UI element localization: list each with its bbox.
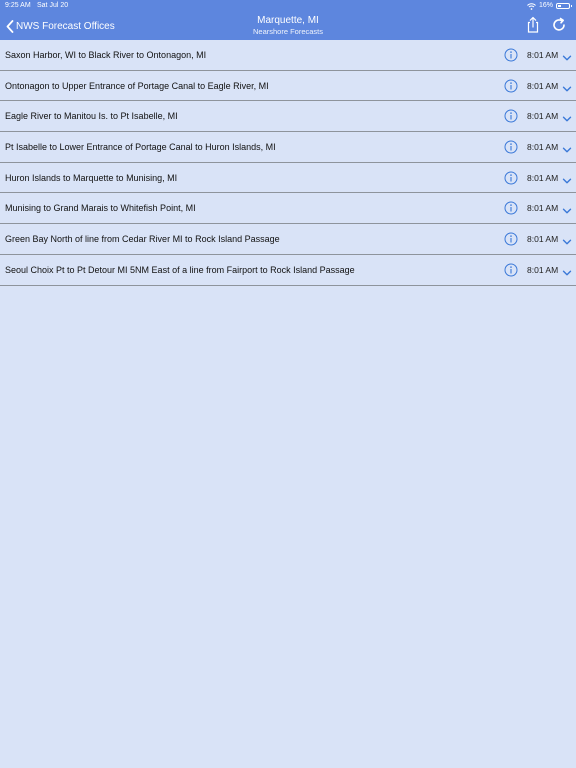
forecast-issued-time: 8:01 AM bbox=[527, 49, 559, 60]
info-icon bbox=[504, 140, 518, 154]
back-button[interactable]: NWS Forecast Offices bbox=[6, 17, 115, 35]
chevron-left-icon bbox=[6, 19, 14, 33]
status-right: 16% bbox=[527, 0, 572, 12]
info-button[interactable] bbox=[504, 171, 518, 185]
battery-percent: 16% bbox=[538, 2, 553, 9]
title-text: Marquette, MI bbox=[257, 15, 319, 26]
info-icon bbox=[504, 232, 518, 246]
forecast-row[interactable]: Eagle River to Manitou Is. to Pt Isabell… bbox=[0, 101, 576, 133]
share-button[interactable] bbox=[524, 16, 542, 34]
forecast-row[interactable]: Green Bay North of line from Cedar River… bbox=[0, 224, 576, 255]
info-button[interactable] bbox=[504, 140, 518, 154]
chevron-down-icon bbox=[562, 147, 572, 153]
forecast-row[interactable]: Saxon Harbor, WI to Black River to Onton… bbox=[0, 40, 576, 71]
forecast-row[interactable]: Ontonagon to Upper Entrance of Portage C… bbox=[0, 71, 576, 102]
expand-button[interactable] bbox=[562, 234, 572, 245]
chevron-down-icon bbox=[562, 116, 572, 122]
status-bar: 9:25 AM Sat Jul 20 16% bbox=[0, 0, 576, 12]
info-icon bbox=[504, 109, 518, 123]
expand-button[interactable] bbox=[562, 203, 572, 214]
chevron-down-icon bbox=[562, 178, 572, 184]
forecast-issued-time: 8:01 AM bbox=[527, 80, 559, 91]
forecast-zone-name: Green Bay North of line from Cedar River… bbox=[5, 233, 280, 244]
battery-icon bbox=[556, 3, 572, 9]
forecast-issued-time: 8:01 AM bbox=[527, 141, 559, 152]
chevron-down-icon bbox=[562, 209, 572, 214]
forecast-zone-name: Saxon Harbor, WI to Black River to Onton… bbox=[5, 49, 207, 60]
chevron-down-icon bbox=[562, 239, 572, 245]
info-icon bbox=[504, 263, 518, 277]
expand-button[interactable] bbox=[562, 50, 572, 61]
forecast-zone-name: Seoul Choix Pt to Pt Detour MI 5NM East … bbox=[5, 264, 355, 275]
info-button[interactable] bbox=[504, 232, 518, 246]
forecast-zone-name: Pt Isabelle to Lower Entrance of Portage… bbox=[5, 141, 276, 152]
expand-button[interactable] bbox=[562, 111, 572, 122]
info-button[interactable] bbox=[504, 48, 518, 62]
chevron-down-icon bbox=[562, 86, 572, 92]
info-button[interactable] bbox=[504, 79, 518, 93]
forecast-issued-time: 8:01 AM bbox=[527, 233, 559, 244]
forecast-issued-time: 8:01 AM bbox=[527, 111, 559, 122]
info-icon bbox=[504, 79, 518, 93]
info-icon bbox=[504, 201, 518, 215]
info-button[interactable] bbox=[504, 109, 518, 123]
share-icon bbox=[527, 16, 539, 33]
expand-button[interactable] bbox=[562, 265, 572, 276]
forecast-row[interactable]: Seoul Choix Pt to Pt Detour MI 5NM East … bbox=[0, 255, 576, 286]
refresh-icon bbox=[553, 17, 565, 31]
forecast-zone-name: Ontonagon to Upper Entrance of Portage C… bbox=[5, 80, 269, 91]
status-time: 9:25 AM bbox=[5, 2, 31, 9]
info-button[interactable] bbox=[504, 201, 518, 215]
chevron-down-icon bbox=[562, 270, 572, 276]
wifi-icon bbox=[527, 2, 536, 10]
forecast-row[interactable]: Munising to Grand Marais to Whitefish Po… bbox=[0, 193, 576, 225]
back-button-label: NWS Forecast Offices bbox=[16, 20, 115, 32]
status-date: Sat Jul 20 bbox=[37, 2, 69, 9]
forecast-row[interactable]: Huron Islands to Marquette to Munising, … bbox=[0, 163, 576, 194]
subtitle-text: Nearshore Forecasts bbox=[252, 27, 324, 36]
forecast-list: Saxon Harbor, WI to Black River to Onton… bbox=[0, 40, 576, 286]
forecast-zone-name: Munising to Grand Marais to Whitefish Po… bbox=[5, 203, 196, 214]
info-button[interactable] bbox=[504, 263, 518, 277]
expand-button[interactable] bbox=[562, 173, 572, 184]
chevron-down-icon bbox=[562, 55, 572, 61]
forecast-row[interactable]: Pt Isabelle to Lower Entrance of Portage… bbox=[0, 132, 576, 163]
forecast-issued-time: 8:01 AM bbox=[527, 172, 559, 183]
info-icon bbox=[504, 48, 518, 62]
forecast-zone-name: Eagle River to Manitou Is. to Pt Isabell… bbox=[5, 111, 178, 122]
navigation-bar: 9:25 AM Sat Jul 20 16% NWS Forecast Offi… bbox=[0, 0, 576, 40]
expand-button[interactable] bbox=[562, 142, 572, 153]
expand-button[interactable] bbox=[562, 81, 572, 92]
info-icon bbox=[504, 171, 518, 185]
forecast-issued-time: 8:01 AM bbox=[527, 264, 559, 275]
page-title: Marquette, MI Nearshore Forecasts bbox=[188, 15, 388, 36]
refresh-button[interactable] bbox=[550, 16, 568, 34]
forecast-zone-name: Huron Islands to Marquette to Munising, … bbox=[5, 172, 178, 183]
forecast-issued-time: 8:01 AM bbox=[527, 203, 559, 214]
